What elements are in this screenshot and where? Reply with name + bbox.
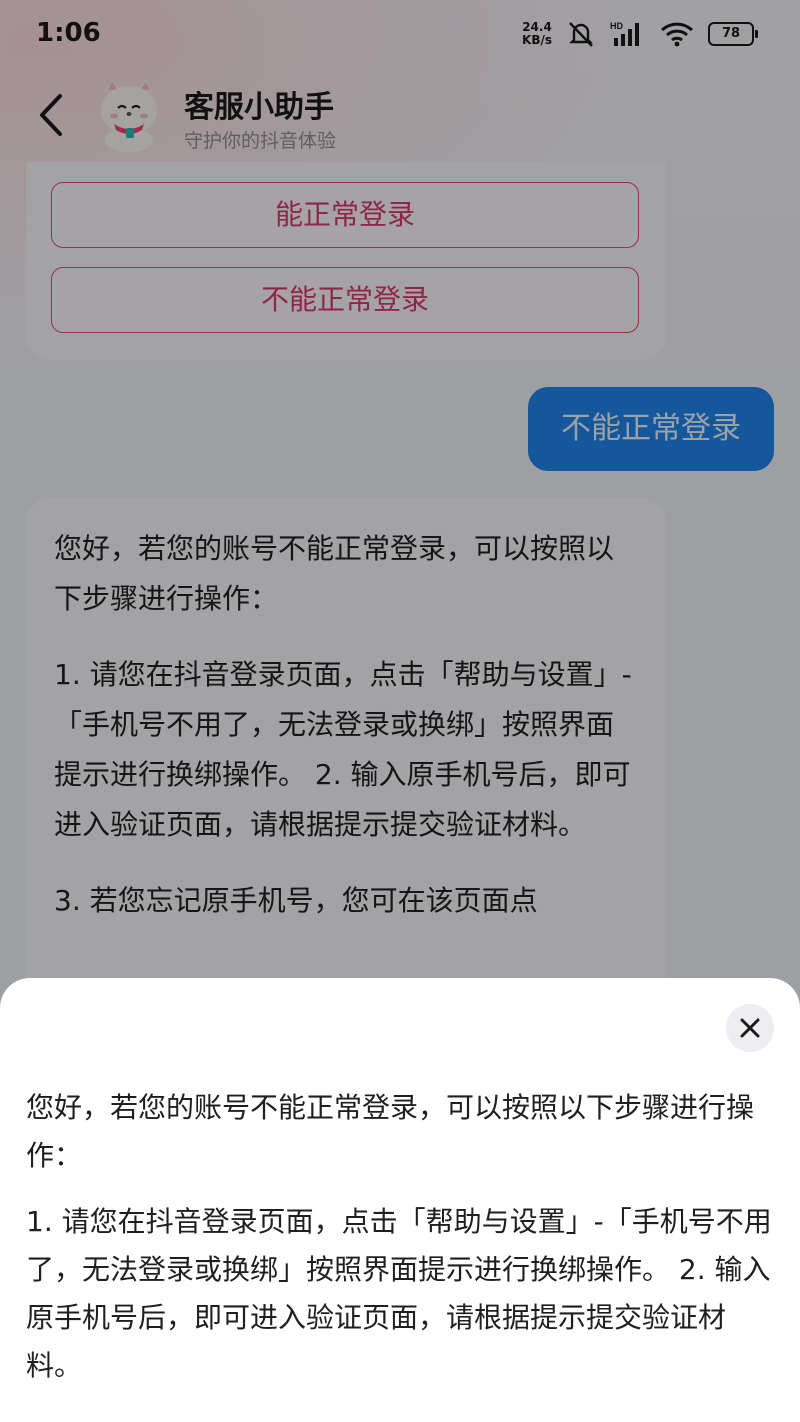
sheet-paragraph: 1. 请您在抖音登录页面，点击「帮助与设置」-「手机号不用了，无法登录或换绑」按…	[26, 1205, 772, 1382]
close-icon	[740, 1018, 760, 1038]
detail-bottom-sheet: 您好，若您的账号不能正常登录，可以按照以下步骤进行操作： 1. 请您在抖音登录页…	[0, 978, 800, 1422]
sheet-paragraph: 您好，若您的账号不能正常登录，可以按照以下步骤进行操作：	[26, 1091, 755, 1172]
sheet-content: 您好，若您的账号不能正常登录，可以按照以下步骤进行操作： 1. 请您在抖音登录页…	[26, 1084, 776, 1390]
close-button[interactable]	[726, 1004, 774, 1052]
